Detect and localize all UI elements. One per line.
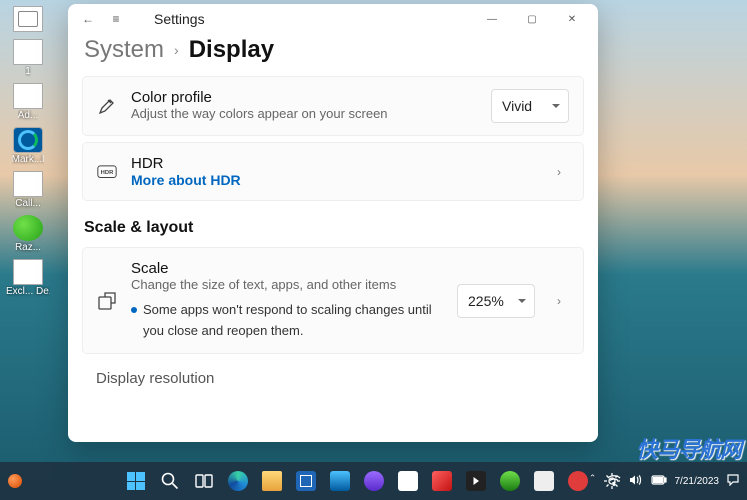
hdr-more-link[interactable]: More about HDR [131,172,535,188]
desktop-file-ad[interactable]: Ad... [6,83,50,121]
taskbar-app-store[interactable] [290,466,322,496]
taskbar-center [120,466,628,496]
taskbar: ＾ 7/21/2023 [0,462,747,500]
color-profile-desc: Adjust the way colors appear on your scr… [131,106,477,123]
scale-row[interactable]: Scale Change the size of text, apps, and… [82,247,584,354]
desktop-icons: 1 Ad... Mark...l Call... Raz... Excl... … [6,6,50,297]
breadcrumb-root[interactable]: System [84,36,164,64]
hdr-icon: HDR [97,162,117,182]
taskbar-app-generic-4[interactable] [426,466,458,496]
desktop-app-razer[interactable]: Raz... [6,215,50,253]
color-profile-select[interactable]: Vivid [491,89,569,123]
chevron-right-icon: › [549,165,569,179]
maximize-button[interactable]: ▢ [512,5,552,33]
hdr-row[interactable]: HDR HDR More about HDR › [82,142,584,201]
taskbar-app-generic-7[interactable] [528,466,560,496]
scale-hint: Some apps won't respond to scaling chang… [131,300,443,342]
color-profile-row[interactable]: Color profile Adjust the way colors appe… [82,76,584,136]
chevron-right-icon: › [174,42,179,58]
task-view-button[interactable] [188,466,220,496]
minimize-button[interactable]: — [472,5,512,33]
color-profile-title: Color profile [131,89,477,106]
taskbar-app-generic-5[interactable] [460,466,492,496]
settings-window: ← ≡ Settings — ▢ ✕ System › Display Colo… [68,4,598,442]
tray-volume-icon[interactable] [629,474,643,489]
start-button[interactable] [120,466,152,496]
pen-icon [97,96,117,116]
window-title: Settings [154,11,205,27]
taskbar-app-generic-3[interactable] [392,466,424,496]
tray-battery-icon[interactable] [651,474,667,488]
desktop-file-call[interactable]: Call... [6,171,50,209]
scale-desc: Change the size of text, apps, and other… [131,277,443,294]
desktop-recycle-bin[interactable] [6,6,50,33]
scale-icon [97,291,117,311]
settings-body[interactable]: Color profile Adjust the way colors appe… [68,74,598,442]
chevron-right-icon: › [549,294,569,308]
scale-title: Scale [131,260,443,277]
taskbar-app-explorer[interactable] [256,466,288,496]
desktop-file-mark[interactable]: Mark...l [6,127,50,165]
titlebar[interactable]: ← ≡ Settings — ▢ ✕ [68,4,598,34]
taskbar-app-edge[interactable] [222,466,254,496]
back-button[interactable]: ← [74,5,102,33]
scale-layout-section-header: Scale & layout [84,219,582,237]
tray-chevron-up-icon[interactable]: ＾ [586,473,598,490]
breadcrumb: System › Display [68,34,598,74]
taskbar-app-generic-1[interactable] [324,466,356,496]
search-button[interactable] [154,466,186,496]
watermark-text: 快马导航网 [636,432,741,464]
breadcrumb-current: Display [189,36,274,64]
tray-datetime[interactable]: 7/21/2023 [675,476,720,487]
tray-notifications-icon[interactable] [727,474,739,489]
nav-menu-button[interactable]: ≡ [102,5,130,33]
desktop-file-1[interactable]: 1 [6,39,50,77]
hdr-title: HDR [131,155,535,172]
taskbar-corner-app[interactable] [8,474,22,488]
scale-select[interactable]: 225% [457,284,535,318]
desktop-file-excl[interactable]: Excl... De... [6,259,50,297]
taskbar-app-generic-6[interactable] [494,466,526,496]
taskbar-app-generic-2[interactable] [358,466,390,496]
close-button[interactable]: ✕ [552,5,592,33]
svg-text:HDR: HDR [101,170,114,176]
system-tray[interactable]: ＾ 7/21/2023 [586,473,739,490]
display-resolution-row[interactable]: Display resolution [82,360,584,397]
tray-wifi-icon[interactable] [607,474,621,489]
